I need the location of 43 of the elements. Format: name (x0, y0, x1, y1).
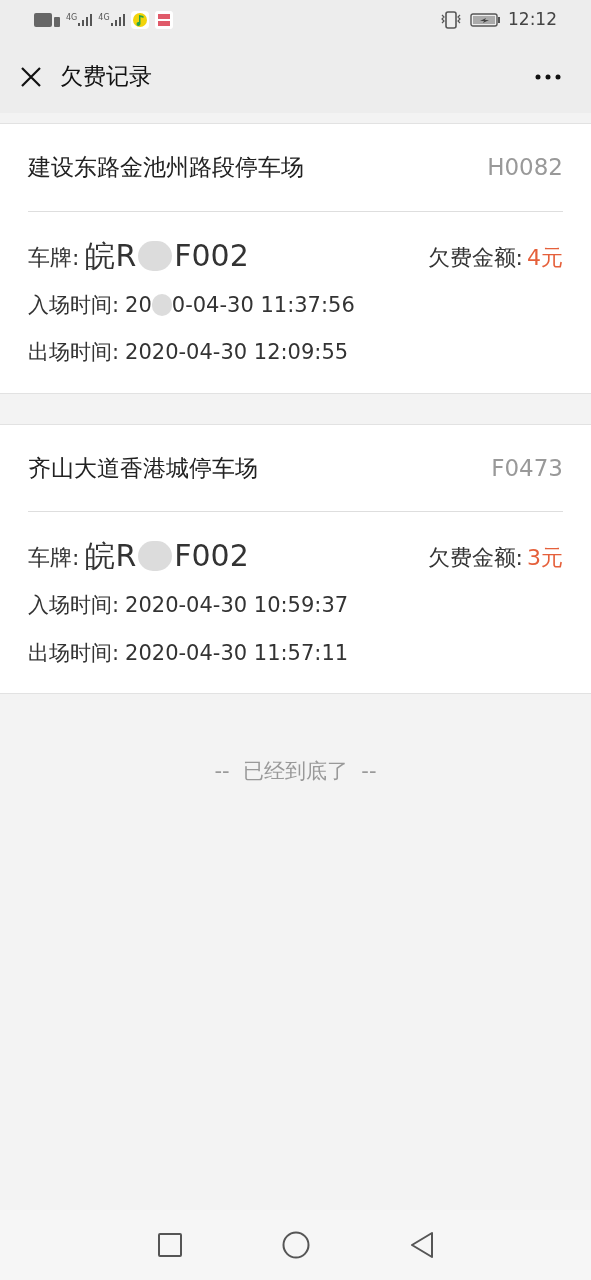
more-icon (535, 73, 561, 80)
plate-number: 皖R (85, 237, 137, 274)
signal-icon (110, 14, 125, 26)
end-of-list-note: -- 已经到底了 -- (214, 758, 377, 785)
exit-time-label: 出场时间: (28, 639, 120, 667)
vibrate-icon (440, 11, 462, 29)
entry-time: 2020-04-30 10:59:37 (125, 592, 349, 619)
plate-number: F002 (174, 538, 249, 574)
exit-time: 2020-04-30 12:09:55 (125, 339, 349, 366)
plate-label: 车牌: (28, 243, 80, 272)
blurred-patch (138, 541, 173, 571)
plate-number: 皖R (85, 538, 137, 574)
battery-icon (470, 13, 500, 27)
home-icon[interactable] (281, 1231, 310, 1259)
page-title: 欠费记录 (60, 62, 152, 92)
recent-apps-icon[interactable] (157, 1233, 182, 1257)
blurred-patch (138, 240, 173, 271)
amount-label: 欠费金额: (427, 243, 523, 272)
music-app-icon (130, 11, 149, 29)
exit-time: 2020-04-30 11:57:11 (125, 639, 349, 667)
plate-label: 车牌: (28, 544, 80, 572)
lot-code: F0473 (491, 453, 563, 483)
amount-value: 3元 (527, 544, 563, 572)
back-icon[interactable] (409, 1232, 434, 1258)
parking-lot-name: 齐山大道香港城停车场 (28, 453, 258, 483)
amount-value: 4元 (527, 243, 563, 272)
parking-lot-name: 建设东路金池州路段停车场 (28, 153, 304, 182)
exit-time-label: 出场时间: (28, 339, 120, 366)
network-label: 4G (98, 14, 110, 22)
signal-icon (78, 14, 93, 26)
blurred-patch (151, 294, 172, 317)
lot-code: H0082 (487, 153, 563, 182)
network-label: 4G (66, 14, 78, 22)
clock: 12:12 (508, 8, 557, 32)
hd-icon (34, 13, 60, 27)
plate-number: F002 (174, 237, 249, 274)
entry-time-label: 入场时间: (28, 291, 120, 319)
entry-time-label: 入场时间: (28, 592, 120, 619)
entry-time: 0-04-30 11:37:56 (171, 291, 355, 319)
close-icon (20, 65, 42, 88)
amount-label: 欠费金额: (427, 544, 523, 572)
app-icon (154, 11, 173, 29)
entry-time: 20 (125, 291, 152, 319)
